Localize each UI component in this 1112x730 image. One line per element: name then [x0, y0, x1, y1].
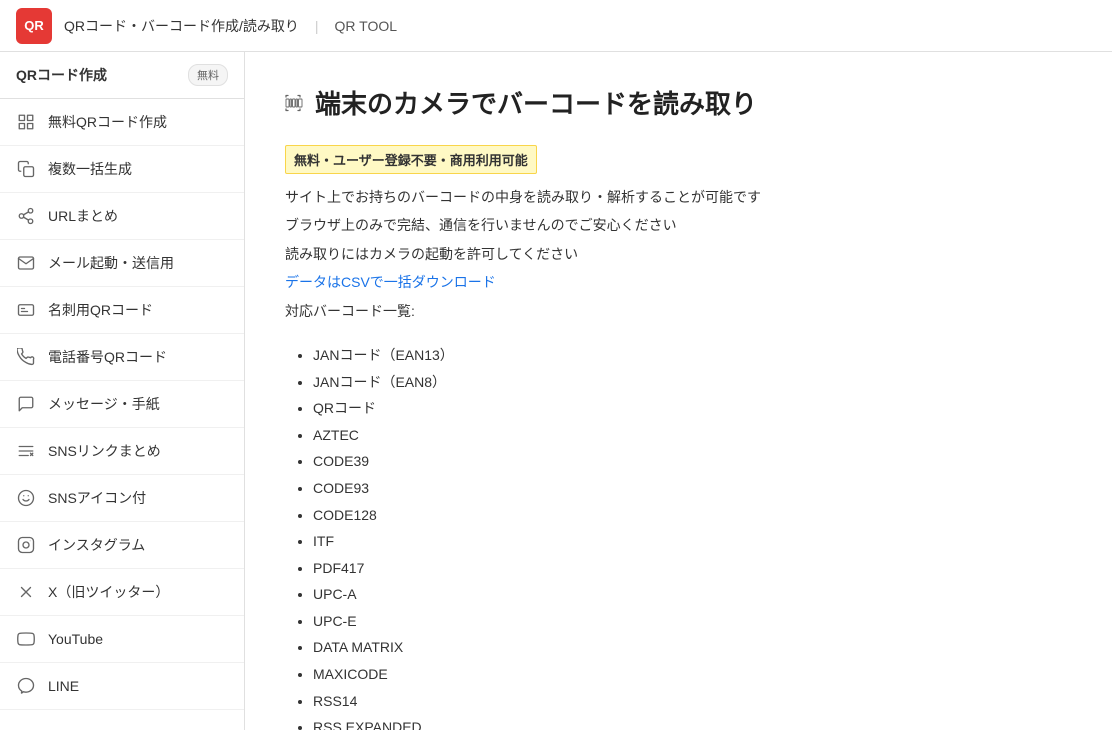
sidebar-item-label: 複数一括生成: [48, 159, 132, 179]
page-heading: 端末のカメラでバーコードを読み取り: [285, 84, 1072, 121]
sidebar-item-youtube[interactable]: YouTube: [0, 616, 244, 663]
message-icon: [16, 394, 36, 414]
barcode-list-item: PDF417: [313, 555, 1072, 582]
sidebar-item-label: メール起動・送信用: [48, 253, 174, 273]
sidebar: QRコード作成 無料 無料QRコード作成 複数一括生成 URLまとめ: [0, 52, 245, 730]
grid-icon: [16, 112, 36, 132]
barcode-list-item: MAXICODE: [313, 661, 1072, 688]
sidebar-item-instagram[interactable]: インスタグラム: [0, 522, 244, 569]
barcode-list-item: CODE39: [313, 448, 1072, 475]
sidebar-item-line[interactable]: LINE: [0, 663, 244, 710]
barcode-list-section: JANコード（EAN13）JANコード（EAN8）QRコードAZTECCODE3…: [285, 342, 1072, 730]
page-title: 端末のカメラでバーコードを読み取り: [315, 84, 757, 121]
sidebar-item-phone[interactable]: 電話番号QRコード: [0, 334, 244, 381]
highlight-bar: 無料・ユーザー登録不要・商用利用可能: [285, 145, 1072, 186]
copy-icon: [16, 159, 36, 179]
sidebar-item-label: メッセージ・手紙: [48, 394, 160, 414]
sidebar-item-message[interactable]: メッセージ・手紙: [0, 381, 244, 428]
smile-icon: [16, 488, 36, 508]
highlight-text: 無料・ユーザー登録不要・商用利用可能: [285, 145, 537, 174]
sidebar-item-url-summary[interactable]: URLまとめ: [0, 193, 244, 240]
barcode-list-item: CODE93: [313, 475, 1072, 502]
barcode-list-item: DATA MATRIX: [313, 634, 1072, 661]
sidebar-item-label: 無料QRコード作成: [48, 112, 167, 132]
barcode-list-item: CODE128: [313, 502, 1072, 529]
barcode-scan-icon: [285, 87, 303, 119]
share-icon: [16, 206, 36, 226]
barcode-list-item: JANコード（EAN13）: [313, 342, 1072, 369]
sidebar-item-label: URLまとめ: [48, 206, 118, 226]
free-badge: 無料: [188, 64, 228, 86]
desc-line-1: ブラウザ上のみで完結、通信を行いませんのでご安心ください: [285, 214, 1072, 236]
header-subtitle: QR TOOL: [335, 18, 398, 34]
barcode-list-item: RSS14: [313, 688, 1072, 715]
card-icon: [16, 300, 36, 320]
barcode-list-item: RSS EXPANDED: [313, 714, 1072, 730]
sidebar-item-label: X（旧ツイッター）: [48, 582, 169, 602]
logo[interactable]: QR: [16, 8, 52, 44]
sidebar-section-label: QRコード作成: [16, 65, 107, 85]
sidebar-item-label: SNSリンクまとめ: [48, 441, 161, 461]
sidebar-item-mail[interactable]: メール起動・送信用: [0, 240, 244, 287]
sidebar-item-meishi[interactable]: 名刺用QRコード: [0, 287, 244, 334]
sidebar-item-label: SNSアイコン付: [48, 488, 146, 508]
header: QR QRコード・バーコード作成/読み取り | QR TOOL: [0, 0, 1112, 52]
sidebar-item-label: YouTube: [48, 631, 103, 647]
header-divider: |: [315, 18, 319, 34]
mail-icon: [16, 253, 36, 273]
logo-text: QR: [24, 18, 44, 33]
barcode-list-item: ITF: [313, 528, 1072, 555]
sidebar-item-twitter-x[interactable]: X（旧ツイッター）: [0, 569, 244, 616]
sidebar-item-label: 名刺用QRコード: [48, 300, 153, 320]
youtube-icon: [16, 629, 36, 649]
sidebar-item-label: LINE: [48, 678, 79, 694]
sidebar-item-bulk-gen[interactable]: 複数一括生成: [0, 146, 244, 193]
x-icon: [16, 582, 36, 602]
barcode-list-item: JANコード（EAN8）: [313, 369, 1072, 396]
sidebar-item-label: 電話番号QRコード: [48, 347, 167, 367]
sidebar-item-label: インスタグラム: [48, 535, 145, 555]
sidebar-item-sns-links[interactable]: SNSリンクまとめ: [0, 428, 244, 475]
barcode-list-item: UPC-A: [313, 581, 1072, 608]
desc-line-2: 読み取りにはカメラの起動を許可してください: [285, 243, 1072, 265]
sidebar-section-header: QRコード作成 無料: [0, 52, 244, 99]
barcode-list: JANコード（EAN13）JANコード（EAN8）QRコードAZTECCODE3…: [285, 342, 1072, 730]
main-layout: QRコード作成 無料 無料QRコード作成 複数一括生成 URLまとめ: [0, 52, 1112, 730]
barcode-list-item: UPC-E: [313, 608, 1072, 635]
desc-line-3: データはCSVで一括ダウンロード: [285, 271, 1072, 293]
sidebar-item-sns-icon[interactable]: SNSアイコン付: [0, 475, 244, 522]
sidebar-item-free-qr[interactable]: 無料QRコード作成: [0, 99, 244, 146]
description: サイト上でお持ちのバーコードの中身を読み取り・解析することが可能です ブラウザ上…: [285, 186, 1072, 322]
phone-icon: [16, 347, 36, 367]
barcode-list-item: QRコード: [313, 395, 1072, 422]
instagram-icon: [16, 535, 36, 555]
main-content: 端末のカメラでバーコードを読み取り 無料・ユーザー登録不要・商用利用可能 サイト…: [245, 52, 1112, 730]
line-icon: [16, 676, 36, 696]
header-title: QRコード・バーコード作成/読み取り: [64, 16, 299, 36]
desc-line-4: 対応バーコード一覧:: [285, 300, 1072, 322]
barcode-list-item: AZTEC: [313, 422, 1072, 449]
sns-links-icon: [16, 441, 36, 461]
desc-line-0: サイト上でお持ちのバーコードの中身を読み取り・解析することが可能です: [285, 186, 1072, 208]
